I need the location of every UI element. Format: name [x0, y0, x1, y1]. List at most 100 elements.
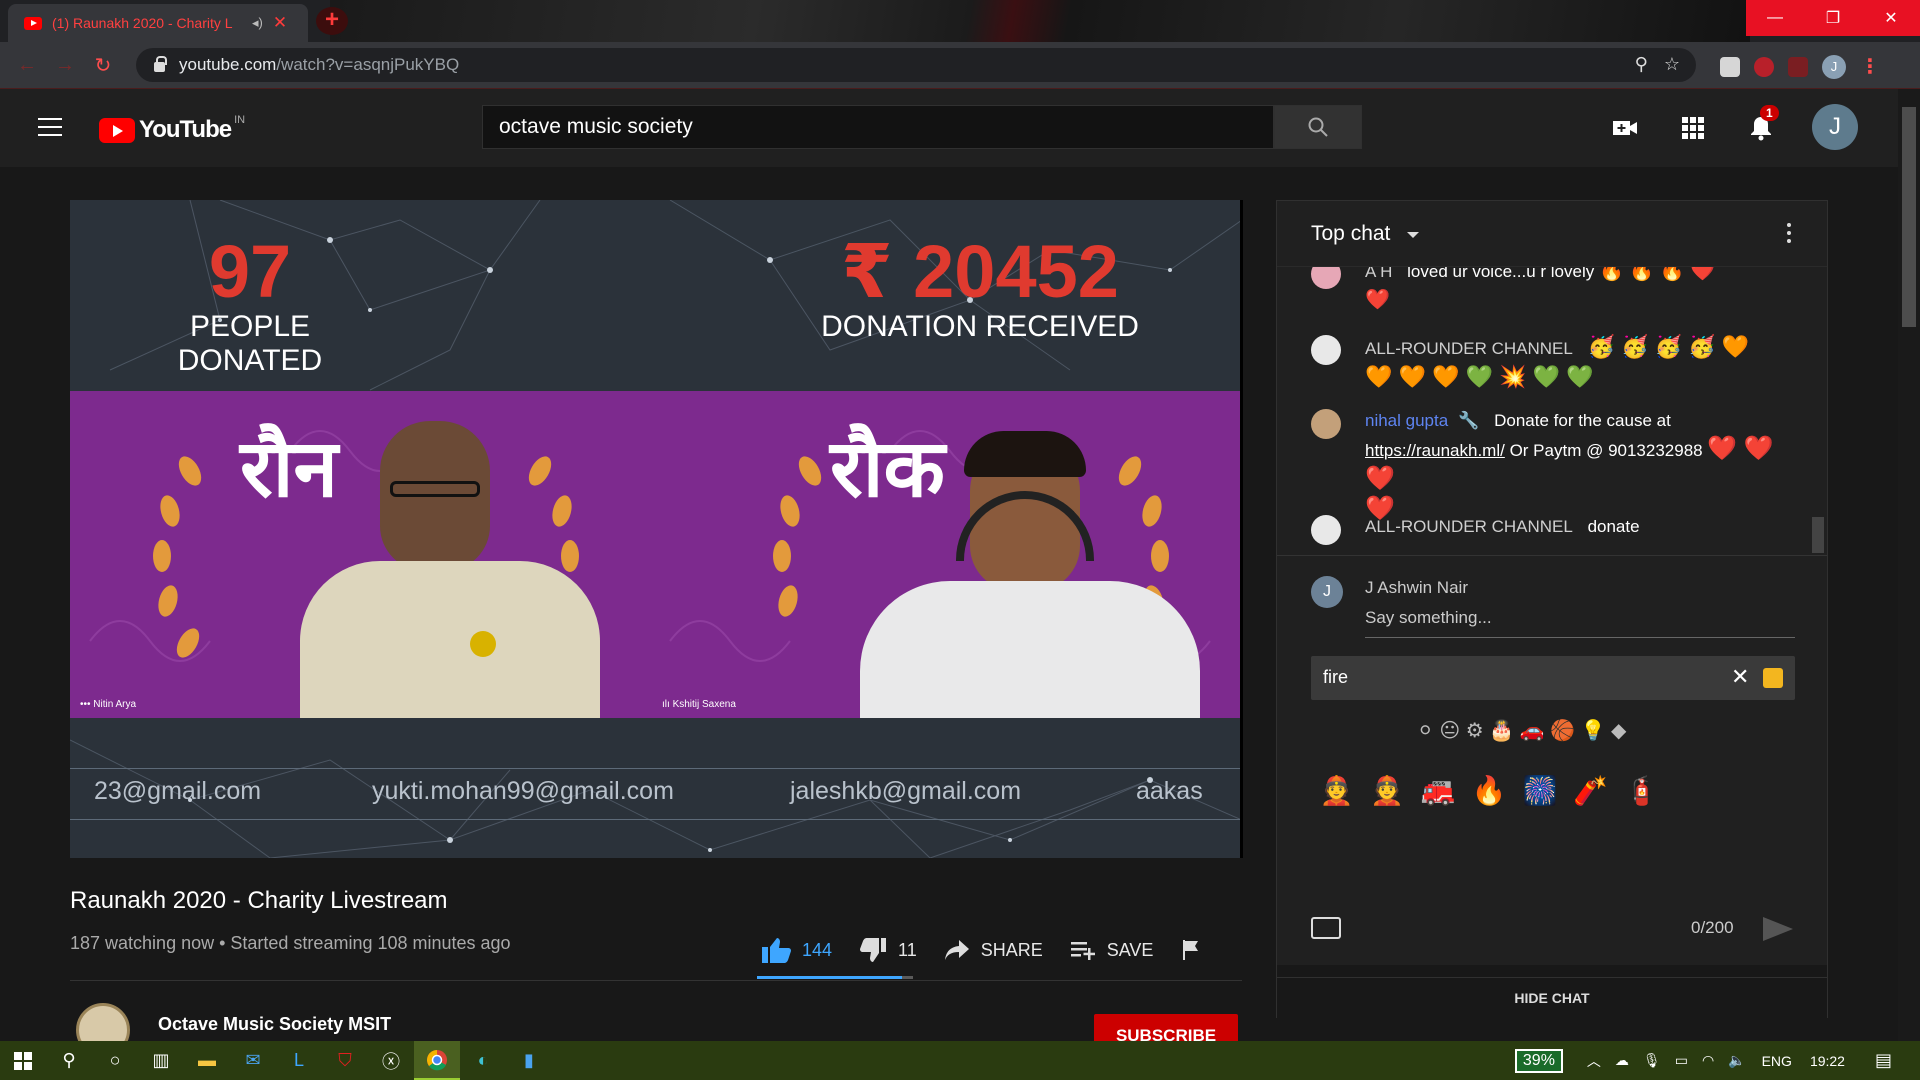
user-avatar: [1311, 515, 1341, 545]
emoji-result[interactable]: 👲: [1370, 774, 1405, 807]
window-controls: — ❐ ✕: [1746, 0, 1920, 36]
emoji-keyboard-icon[interactable]: [1311, 917, 1341, 939]
language-indicator[interactable]: ENG: [1762, 1053, 1792, 1069]
tab-close-icon[interactable]: ✕: [273, 13, 287, 33]
battery-icon[interactable]: ▭: [1675, 1052, 1688, 1069]
emoji-result[interactable]: 🧨: [1573, 774, 1608, 807]
chat-link[interactable]: https://raunakh.ml/: [1365, 441, 1505, 460]
report-button[interactable]: [1179, 938, 1203, 962]
omnibox-actions: ⚲ ☆: [1635, 54, 1680, 75]
extension-b-icon[interactable]: [1754, 56, 1774, 77]
lock-icon: [154, 56, 167, 72]
chat-text: Donate for the cause at: [1494, 411, 1671, 430]
microphone-icon[interactable]: 🎙: [1643, 1052, 1661, 1069]
create-video-icon[interactable]: [1610, 113, 1640, 143]
chat-emoji: 🧡 🧡 🧡 💚 💥 💚 💚: [1365, 364, 1594, 389]
like-ratio-fill: [757, 976, 903, 979]
action-center-icon[interactable]: ▤: [1875, 1050, 1892, 1071]
search-taskbar-icon[interactable]: ⚲: [46, 1041, 92, 1080]
browser-tab-youtube[interactable]: (1) Raunakh 2020 - Charity L ◂) ✕: [8, 4, 308, 42]
account-avatar[interactable]: J: [1812, 104, 1858, 150]
extension-c-icon[interactable]: [1788, 56, 1808, 77]
close-window-icon[interactable]: ✕: [1862, 0, 1920, 36]
extension-a-icon[interactable]: [1720, 56, 1740, 77]
chat-author: A H: [1365, 267, 1393, 281]
task-view-icon[interactable]: ▥: [138, 1041, 184, 1080]
dislike-button[interactable]: 11: [858, 936, 917, 964]
dropdown-caret-icon[interactable]: [1407, 232, 1419, 238]
send-icon[interactable]: [1763, 917, 1793, 941]
menu-icon[interactable]: [38, 118, 62, 136]
extension-icons: J ⋮: [1720, 54, 1880, 79]
mcafee-icon[interactable]: ⛉: [322, 1041, 368, 1080]
wifi-icon[interactable]: ◠: [1702, 1052, 1714, 1069]
notifications-bell-icon[interactable]: 1: [1746, 105, 1779, 143]
donors-label: PEOPLE DONATED: [177, 310, 323, 377]
youtube-logo[interactable]: YouTube IN: [99, 114, 245, 144]
reload-icon[interactable]: ↻: [84, 53, 122, 78]
app-blue-icon[interactable]: ▮: [506, 1041, 552, 1080]
hide-chat-button[interactable]: HIDE CHAT: [1277, 977, 1827, 1019]
video-player[interactable]: 97 PEOPLE DONATED ₹ 20452 DONATION RECEI…: [70, 200, 1242, 858]
chat-text: Or Paytm @ 9013232988: [1509, 441, 1703, 460]
new-tab-button[interactable]: +: [316, 7, 348, 35]
onedrive-icon[interactable]: ☁: [1615, 1052, 1629, 1069]
zoom-icon[interactable]: ⚲: [1635, 54, 1648, 75]
clear-search-icon[interactable]: ✕: [1731, 664, 1749, 690]
edge-icon[interactable]: ◐: [460, 1041, 506, 1080]
forward-arrow-icon[interactable]: →: [46, 54, 84, 77]
search-input[interactable]: octave music society: [482, 105, 1274, 149]
app-l-icon[interactable]: L: [276, 1041, 322, 1080]
emoji-result[interactable]: 🧯: [1624, 774, 1659, 807]
chat-more-icon[interactable]: [1787, 223, 1791, 247]
emoji-category-icons[interactable]: ⚪ 😐 ⚙ 🎂 🚗 🏀 💡 ◆: [1417, 718, 1626, 743]
chat-mode-selector[interactable]: Top chat: [1311, 222, 1390, 246]
ticker-email: aakas: [1136, 777, 1203, 805]
playlist-add-icon: [1070, 942, 1095, 960]
emoji-search-field[interactable]: fire ✕: [1311, 656, 1795, 700]
like-button[interactable]: 144: [760, 935, 832, 965]
browser-tabstrip: (1) Raunakh 2020 - Charity L ◂) ✕ + — ❐ …: [0, 0, 1920, 42]
header-actions: 1: [1610, 105, 1779, 143]
battery-indicator[interactable]: 39%: [1514, 1048, 1563, 1073]
notification-badge: 1: [1760, 105, 1779, 121]
speaker-right-hair: [964, 431, 1086, 477]
apps-grid-icon[interactable]: [1678, 113, 1708, 143]
youtube-wordmark: YouTube: [139, 116, 232, 143]
xbox-icon[interactable]: ⓧ: [368, 1041, 414, 1080]
tray-chevron-icon[interactable]: ︿: [1587, 1051, 1601, 1071]
channel-name[interactable]: Octave Music Society MSIT: [158, 1014, 391, 1035]
emoji-result[interactable]: 🎆: [1523, 774, 1558, 807]
minimize-icon[interactable]: —: [1746, 0, 1804, 36]
flag-icon: [1183, 940, 1199, 960]
chrome-icon[interactable]: [414, 1041, 460, 1080]
tab-audio-icon[interactable]: ◂): [252, 15, 263, 31]
save-button[interactable]: SAVE: [1069, 938, 1153, 962]
emoji-result[interactable]: 🔥: [1472, 774, 1507, 807]
page-scroll-thumb[interactable]: [1902, 107, 1916, 327]
emoji-result[interactable]: 👲: [1319, 774, 1354, 807]
share-button[interactable]: SHARE: [943, 938, 1043, 962]
chat-message-input[interactable]: Say something...: [1365, 608, 1795, 638]
windows-start-icon[interactable]: [0, 1041, 46, 1080]
bookmark-star-icon[interactable]: ☆: [1664, 54, 1680, 75]
back-arrow-icon[interactable]: ←: [8, 54, 46, 77]
address-bar[interactable]: youtube.com/watch?v=asqnjPukYBQ ⚲ ☆: [136, 48, 1696, 82]
volume-icon[interactable]: 🔈: [1728, 1052, 1745, 1069]
search-button[interactable]: [1274, 105, 1362, 149]
clock[interactable]: 19:22: [1810, 1053, 1845, 1069]
url-host: youtube.com: [179, 55, 277, 74]
file-explorer-icon[interactable]: ▬: [184, 1041, 230, 1080]
share-label: SHARE: [980, 939, 1043, 960]
browser-profile-avatar[interactable]: J: [1822, 54, 1846, 79]
emoji-result[interactable]: 🚒: [1421, 774, 1456, 807]
page-scrollbar[interactable]: [1898, 89, 1920, 1041]
emoji-results: 👲 👲 🚒 🔥 🎆 🧨 🧯: [1319, 774, 1659, 807]
chat-scrollbar[interactable]: [1809, 267, 1827, 555]
restore-icon[interactable]: ❐: [1804, 0, 1862, 36]
skin-tone-icon[interactable]: [1763, 668, 1783, 688]
cortana-icon[interactable]: ○: [92, 1041, 138, 1080]
mail-icon[interactable]: ✉: [230, 1041, 276, 1080]
chat-scroll-thumb[interactable]: [1812, 517, 1824, 553]
browser-menu-icon[interactable]: ⋮: [1860, 54, 1880, 79]
